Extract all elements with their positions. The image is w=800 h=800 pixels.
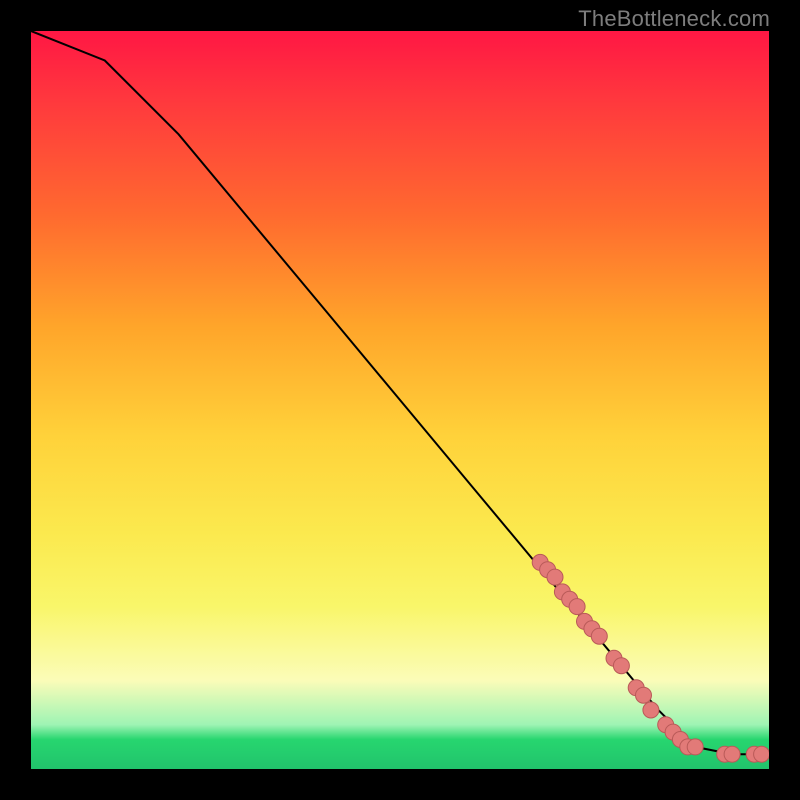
chart-frame: TheBottleneck.com (0, 0, 800, 800)
curve-point (717, 746, 733, 762)
curve-point (746, 746, 762, 762)
curve-point (665, 724, 681, 740)
curve-point (562, 591, 578, 607)
curve-point (547, 569, 563, 585)
curve-group (31, 31, 769, 754)
curve-point (628, 680, 644, 696)
curve-point (569, 599, 585, 615)
curve-point (754, 746, 769, 762)
curve-point (613, 658, 629, 674)
bottleneck-curve (31, 31, 769, 754)
curve-point (643, 702, 659, 718)
curve-point (687, 739, 703, 755)
curve-point (591, 628, 607, 644)
curve-point (658, 717, 674, 733)
curve-point (554, 584, 570, 600)
curve-point (724, 746, 740, 762)
curve-point (540, 562, 556, 578)
curve-point (584, 621, 600, 637)
curve-point (606, 650, 622, 666)
curve-point (680, 739, 696, 755)
curve-points (532, 554, 769, 762)
curve-point (577, 613, 593, 629)
curve-point (672, 732, 688, 748)
curve-point (636, 687, 652, 703)
curve-point (532, 554, 548, 570)
chart-svg (31, 31, 769, 769)
chart-plot-area (31, 31, 769, 769)
watermark-label: TheBottleneck.com (578, 6, 770, 32)
